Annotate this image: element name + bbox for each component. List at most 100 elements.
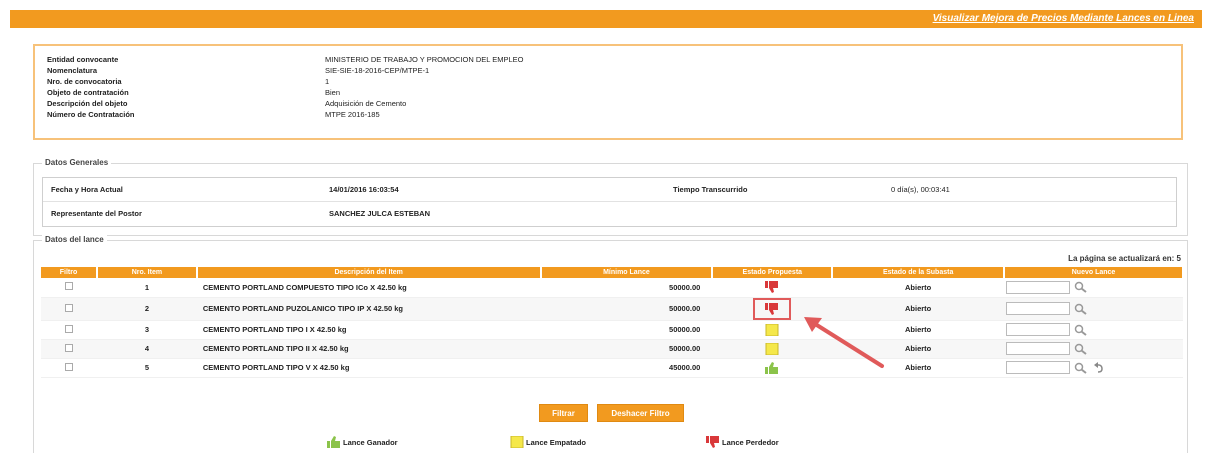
- col-proposal-state[interactable]: Estado Propuesta: [712, 267, 834, 278]
- lot-row: 2 CEMENTO PORTLAND PUZOLANICO TIPO IP X 4…: [41, 297, 1183, 321]
- new-bid-input[interactable]: [1006, 323, 1071, 336]
- annotation-arrow: [804, 317, 884, 368]
- item-number: 1: [96, 278, 197, 298]
- lot-row: 5 CEMENTO PORTLAND TIPO V X 42.50 kg 45000…: [41, 358, 1183, 378]
- item-description: CEMENTO PORTLAND TIPO I X 42.50 kg: [196, 320, 541, 340]
- item-description: CEMENTO PORTLAND COMPUESTO TIPO ICo X 42…: [196, 278, 541, 298]
- legend-loser-label: Lance Perdedor: [722, 437, 779, 447]
- filter-checkbox[interactable]: [64, 324, 73, 333]
- general-data-fieldset: Datos Generales Fecha y Hora Actual 14/0…: [33, 158, 1188, 236]
- col-min-bid[interactable]: Mínimo Lance: [540, 267, 714, 278]
- refresh-countdown: La página se actualizará en: 5: [1068, 254, 1181, 263]
- min-bid: 50000.00: [540, 339, 713, 359]
- representative-label: Representante del Postor: [51, 209, 142, 218]
- item-number: 4: [96, 339, 197, 359]
- undo-icon[interactable]: [1092, 361, 1106, 374]
- item-number: 5: [96, 358, 197, 378]
- magnifier-icon[interactable]: [1074, 343, 1088, 355]
- filter-checkbox[interactable]: [64, 303, 73, 312]
- thumb-up-icon: [765, 361, 779, 374]
- lot-row: 3 CEMENTO PORTLAND TIPO I X 42.50 kg 50000…: [41, 320, 1183, 340]
- general-data-table: Fecha y Hora Actual 14/01/2016 16:03:54 …: [42, 177, 1177, 227]
- info-value: 1: [325, 77, 330, 86]
- item-description: CEMENTO PORTLAND TIPO V X 42.50 kg: [196, 358, 541, 378]
- filter-checkbox[interactable]: [64, 362, 73, 371]
- elapsed-label: Tiempo Transcurrido: [673, 185, 748, 194]
- info-row: Objeto de contratación Bien: [47, 87, 1169, 98]
- lot-table: Filtro Nro. Item Descripción del Item Mí…: [41, 267, 1184, 378]
- info-value: Adquisición de Cemento: [325, 99, 407, 108]
- legend-tie: Lance Empatado: [510, 436, 586, 448]
- new-bid-input[interactable]: [1006, 361, 1071, 374]
- lot-data-legend: Datos del lance: [42, 235, 107, 244]
- legend-winner-label: Lance Ganador: [343, 437, 398, 447]
- highlight-box: [753, 297, 792, 320]
- new-bid-input[interactable]: [1006, 342, 1071, 355]
- thumb-down-icon: [765, 302, 779, 315]
- representative-value: SANCHEZ JULCA ESTEBAN: [329, 209, 430, 218]
- info-label: Número de Contratación: [47, 110, 135, 119]
- min-bid: 50000.00: [540, 320, 713, 340]
- proposal-status: [712, 278, 833, 298]
- date-value: 14/01/2016 16:03:54: [329, 185, 399, 194]
- info-label: Descripción del objeto: [47, 99, 128, 108]
- thumb-down-icon: [706, 436, 719, 448]
- legend-winner: Lance Ganador: [327, 436, 398, 448]
- info-value: Bien: [325, 88, 341, 97]
- thumb-down-icon: [765, 281, 779, 294]
- tie-icon: [510, 436, 524, 448]
- lot-row: 4 CEMENTO PORTLAND TIPO II X 42.50 kg 5000…: [41, 339, 1183, 359]
- general-row: Representante del Postor SANCHEZ JULCA E…: [43, 202, 1176, 226]
- lot-row: 1 CEMENTO PORTLAND COMPUESTO TIPO ICo X 4…: [41, 278, 1183, 298]
- general-row: Fecha y Hora Actual 14/01/2016 16:03:54 …: [43, 178, 1176, 202]
- info-label: Nomenclatura: [47, 66, 98, 75]
- item-state: Abierto: [832, 278, 1005, 298]
- general-data-legend: Datos Generales: [42, 158, 112, 167]
- magnifier-icon[interactable]: [1074, 303, 1088, 315]
- info-row: Nomenclatura SIE-SIE-18-2016-CEP/MTPE-1: [47, 65, 1169, 76]
- info-row: Número de Contratación MTPE 2016-185: [47, 109, 1169, 120]
- legend-tie-label: Lance Empatado: [526, 437, 587, 447]
- new-bid-cell: [1004, 361, 1183, 374]
- col-new-bid[interactable]: Nuevo Lance: [1004, 267, 1184, 278]
- new-bid-input[interactable]: [1006, 302, 1071, 315]
- col-item[interactable]: Nro. Item: [96, 267, 198, 278]
- info-value: MTPE 2016-185: [325, 110, 380, 119]
- info-label: Entidad convocante: [47, 55, 119, 64]
- min-bid: 50000.00: [540, 297, 713, 321]
- filter-checkbox[interactable]: [64, 282, 73, 291]
- filter-checkbox[interactable]: [64, 343, 73, 352]
- new-bid-cell: [1004, 280, 1183, 294]
- header-bar: Visualizar Mejora de Precios Mediante La…: [10, 10, 1202, 28]
- magnifier-icon[interactable]: [1074, 362, 1088, 374]
- info-value: SIE-SIE-18-2016-CEP/MTPE-1: [325, 66, 430, 75]
- item-description: CEMENTO PORTLAND TIPO II X 42.50 kg: [196, 339, 541, 359]
- item-description: CEMENTO PORTLAND PUZOLANICO TIPO IP X 42…: [196, 297, 541, 321]
- item-number: 2: [96, 297, 197, 321]
- elapsed-value: 0 día(s), 00:03:41: [891, 185, 950, 194]
- new-bid-cell: [1004, 342, 1183, 355]
- new-bid-input[interactable]: [1006, 280, 1071, 294]
- info-row: Entidad convocante MINISTERIO DE TRABAJO …: [47, 54, 1169, 65]
- page-title-link[interactable]: Visualizar Mejora de Precios Mediante La…: [933, 13, 1194, 24]
- legend-loser: Lance Perdedor: [706, 436, 779, 448]
- info-label: Nro. de convocatoria: [47, 77, 122, 86]
- magnifier-icon[interactable]: [1074, 324, 1088, 336]
- info-row: Descripción del objeto Adquisición de Cem…: [47, 98, 1169, 109]
- magnifier-icon[interactable]: [1074, 281, 1088, 294]
- undo-filter-button[interactable]: Deshacer Filtro: [597, 404, 684, 422]
- col-filter[interactable]: Filtro: [41, 267, 98, 278]
- new-bid-cell: [1004, 302, 1183, 315]
- min-bid: 50000.00: [540, 278, 713, 298]
- thumb-up-icon: [327, 436, 340, 448]
- date-label: Fecha y Hora Actual: [51, 185, 123, 194]
- col-item-state[interactable]: Estado de la Subasta: [832, 267, 1006, 278]
- filter-button[interactable]: Filtrar: [539, 404, 588, 422]
- lot-table-header: Filtro Nro. Item Descripción del Item Mí…: [41, 267, 1184, 278]
- info-panel: Entidad convocante MINISTERIO DE TRABAJO …: [33, 44, 1183, 140]
- item-number: 3: [96, 320, 197, 340]
- col-description[interactable]: Descripción del Item: [196, 267, 542, 278]
- tie-icon: [765, 342, 779, 355]
- info-value: MINISTERIO DE TRABAJO Y PROMOCION DEL EM…: [325, 55, 524, 64]
- min-bid: 45000.00: [540, 358, 713, 378]
